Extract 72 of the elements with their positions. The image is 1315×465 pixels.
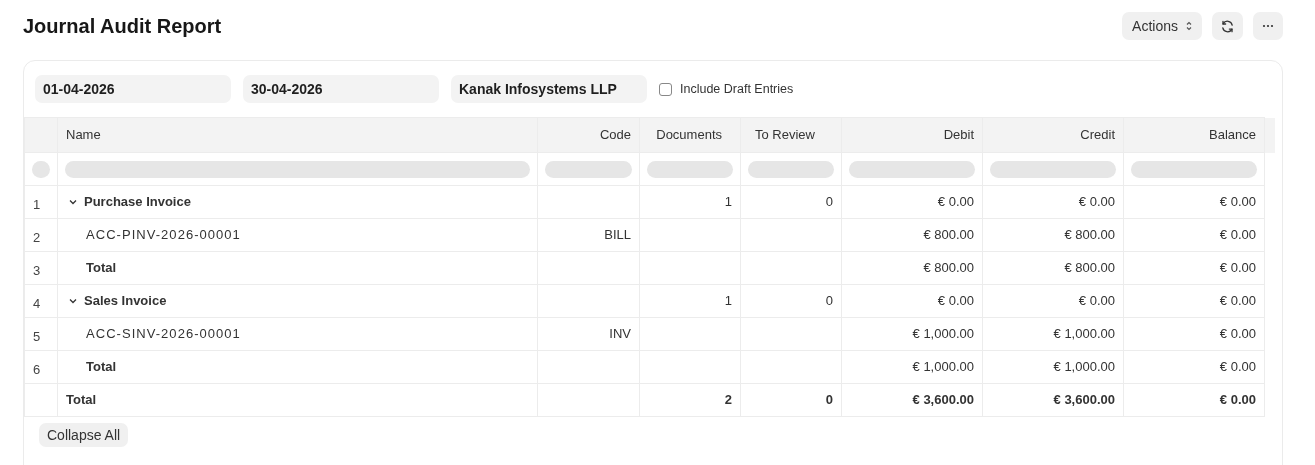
table-cell: € 1,000.00 [912, 359, 974, 375]
table-cell: € 0.00 [1078, 194, 1115, 210]
table-cell: € 3,600.00 [912, 392, 974, 408]
document-link[interactable]: ACC-PINV-2026-00001 [86, 225, 241, 245]
table-cell-text: Total [86, 358, 117, 377]
column-header[interactable]: Code [537, 117, 640, 153]
column-header[interactable]: To Review [740, 117, 842, 153]
chevron-down-icon[interactable] [68, 197, 78, 207]
row-number: 3 [33, 263, 41, 279]
table-cell: € 0.00 [937, 194, 974, 210]
table-cell: € 0.00 [1219, 260, 1256, 276]
more-icon [1262, 24, 1274, 28]
row-number: 5 [33, 329, 41, 345]
filter-field[interactable] [647, 160, 733, 178]
from-date-field[interactable]: 01-04-2026 [35, 75, 231, 103]
table-cell: € 800.00 [923, 260, 974, 276]
table-cell: 0 [825, 293, 833, 309]
table-cell: € 800.00 [1064, 260, 1115, 276]
table-cell: 0 [825, 392, 833, 408]
table-cell: BILL [604, 227, 631, 243]
table-cell: INV [609, 326, 631, 342]
table-cell: € 0.00 [1219, 194, 1256, 210]
column-header[interactable]: Credit [982, 117, 1124, 153]
table-cell: € 1,000.00 [1053, 359, 1115, 375]
more-button[interactable] [1253, 12, 1283, 40]
filter-field[interactable] [1131, 160, 1257, 178]
filter-field[interactable] [748, 160, 834, 178]
table-cell: € 0.00 [1219, 227, 1256, 243]
company-field[interactable]: Kanak Infosystems LLP [451, 75, 647, 103]
table-cell-text: Sales Invoice [84, 292, 167, 311]
collapse-all-button[interactable]: Collapse All [39, 423, 129, 447]
table-cell: € 0.00 [1078, 293, 1115, 309]
table-cell: € 1,000.00 [1053, 326, 1115, 342]
to-date-field[interactable]: 30-04-2026 [243, 75, 439, 103]
table-cell-text: Purchase Invoice [84, 193, 191, 212]
table-cell-text: Total [86, 259, 117, 278]
sort-icon [1186, 21, 1192, 31]
filter-field[interactable] [990, 160, 1116, 178]
table-cell: 1 [724, 293, 732, 309]
row-number: 2 [33, 230, 41, 246]
table-cell: € 800.00 [923, 227, 974, 243]
table-cell: € 0.00 [937, 293, 974, 309]
column-header[interactable]: Documents [639, 117, 741, 153]
actions-button[interactable]: Actions [1122, 12, 1202, 40]
filter-field[interactable] [65, 160, 530, 178]
checkbox-label: Include Draft Entries [680, 80, 794, 98]
column-header[interactable]: Debit [841, 117, 983, 153]
table-cell-text: Total [66, 391, 97, 410]
table-cell: 0 [825, 194, 833, 210]
table-cell: € 0.00 [1219, 359, 1256, 375]
chevron-down-icon[interactable] [68, 296, 78, 306]
filter-toggle[interactable] [32, 160, 50, 178]
page-title: Journal Audit Report [23, 14, 222, 38]
document-link[interactable]: ACC-SINV-2026-00001 [86, 324, 241, 344]
table-cell: € 3,600.00 [1053, 392, 1115, 408]
row-number: 4 [33, 296, 41, 312]
checkbox[interactable] [659, 82, 672, 96]
table-cell: € 1,000.00 [912, 326, 974, 342]
row-number: 1 [33, 197, 41, 213]
filter-field[interactable] [545, 160, 632, 178]
refresh-icon [1220, 18, 1235, 34]
column-header[interactable]: Name [57, 117, 538, 153]
table-cell: 2 [724, 392, 732, 408]
table-cell: € 800.00 [1064, 227, 1115, 243]
table-cell: € 0.00 [1219, 392, 1256, 408]
table-cell: € 0.00 [1219, 326, 1256, 342]
row-number: 6 [33, 362, 41, 378]
filter-field[interactable] [849, 160, 975, 178]
refresh-button[interactable] [1212, 12, 1243, 40]
column-header[interactable]: Balance [1123, 117, 1265, 153]
table-cell: 1 [724, 194, 732, 210]
table-cell: € 0.00 [1219, 293, 1256, 309]
